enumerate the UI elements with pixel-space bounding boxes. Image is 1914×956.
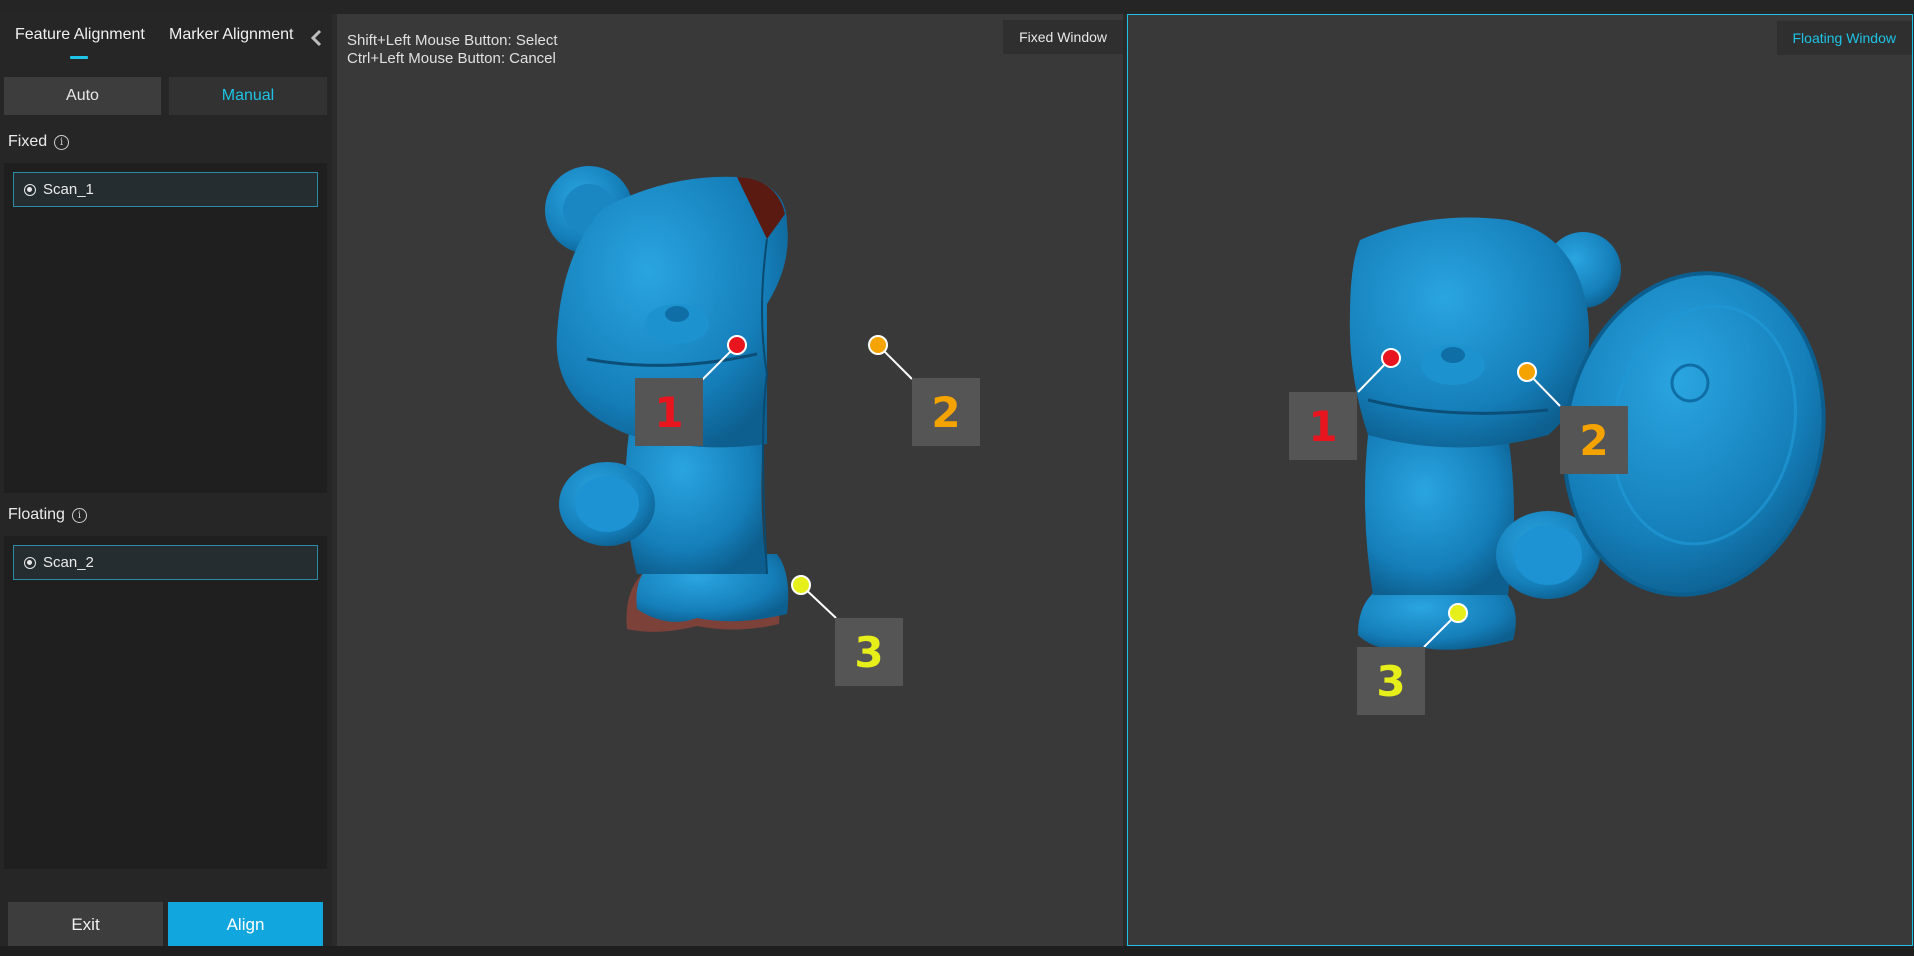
point-label-1: 1 (1289, 392, 1357, 460)
floating-window-viewport[interactable]: Floating Window 1 2 3 (1127, 14, 1913, 946)
tab-feature-alignment[interactable]: Feature Alignment (15, 26, 145, 44)
info-icon[interactable]: i (71, 507, 87, 523)
feature-point-1[interactable] (727, 335, 747, 355)
point-label-3: 3 (835, 618, 903, 686)
fixed-scan-model[interactable] (337, 14, 1123, 946)
auto-mode-button[interactable]: Auto (4, 77, 161, 115)
manual-mode-button[interactable]: Manual (169, 77, 327, 115)
tab-marker-alignment[interactable]: Marker Alignment (169, 26, 294, 44)
feature-point-3[interactable] (1448, 603, 1468, 623)
list-item-scan-2[interactable]: Scan_2 (13, 545, 318, 580)
floating-scan-model[interactable] (1128, 15, 1912, 945)
point-label-3: 3 (1357, 647, 1425, 715)
point-label-1: 1 (635, 378, 703, 446)
feature-point-3[interactable] (791, 575, 811, 595)
point-label-2: 2 (1560, 406, 1628, 474)
feature-point-2[interactable] (1517, 362, 1537, 382)
alignment-sidebar: Feature Alignment Marker Alignment Auto … (0, 14, 332, 948)
floating-section-label: Floating i (8, 506, 87, 524)
status-strip (0, 946, 1914, 956)
scan-name: Scan_1 (43, 181, 94, 198)
point-label-2: 2 (912, 378, 980, 446)
info-icon[interactable]: i (54, 134, 70, 150)
scan-name: Scan_2 (43, 554, 94, 571)
radio-selected-icon (24, 556, 36, 569)
align-button[interactable]: Align (168, 902, 323, 948)
radio-selected-icon (24, 183, 36, 196)
list-item-scan-1[interactable]: Scan_1 (13, 172, 318, 207)
title-strip (0, 0, 1914, 14)
feature-point-1[interactable] (1381, 348, 1401, 368)
exit-button[interactable]: Exit (8, 902, 163, 948)
floating-scan-list: Scan_2 (4, 536, 327, 869)
fixed-scan-list: Scan_1 (4, 163, 327, 493)
feature-point-2[interactable] (868, 335, 888, 355)
active-tab-indicator (70, 56, 88, 59)
fixed-window-viewport[interactable]: Shift+Left Mouse Button: Select Ctrl+Lef… (337, 14, 1123, 946)
floating-label: Floating (8, 506, 65, 523)
collapse-chevron-icon[interactable] (308, 28, 326, 48)
fixed-section-label: Fixed i (8, 133, 70, 151)
fixed-label: Fixed (8, 133, 48, 150)
